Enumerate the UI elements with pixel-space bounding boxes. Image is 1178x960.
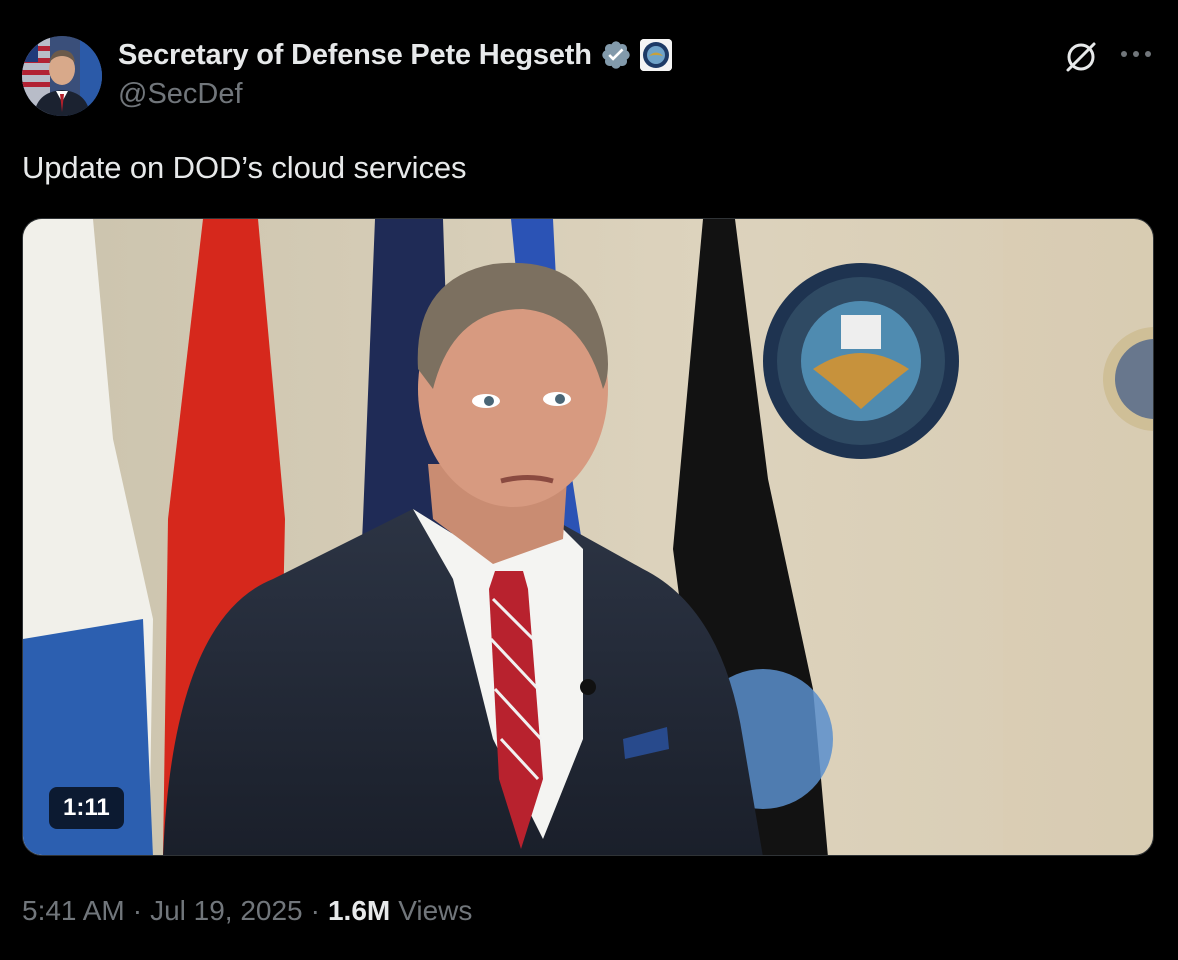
tweet-date[interactable]: Jul 19, 2025 [150,895,303,927]
avatar[interactable] [22,36,102,116]
more-icon[interactable] [1116,38,1156,70]
meta-separator: · [132,895,143,926]
views-count[interactable]: 1.6M [328,895,390,927]
handle[interactable]: @SecDef [118,78,672,111]
tweet: Secretary of Defense Pete Hegseth @SecDe… [0,0,1178,960]
tweet-meta: 5:41 AM · Jul 19, 2025 · 1.6M Views [22,895,472,927]
video-player[interactable]: 1:11 [22,218,1154,856]
verified-badge-icon[interactable] [600,39,632,71]
meta-separator: · [310,895,320,926]
tweet-text: Update on DOD’s cloud services [22,150,467,185]
video-frame [23,219,1153,855]
video-duration: 1:11 [49,787,124,829]
tweet-time[interactable]: 5:41 AM [22,895,125,927]
views-label[interactable]: Views [398,895,472,927]
grok-icon[interactable] [1062,38,1100,76]
display-name[interactable]: Secretary of Defense Pete Hegseth [118,39,592,72]
author-info: Secretary of Defense Pete Hegseth @SecDe… [118,36,672,111]
dod-seal-icon[interactable] [639,39,672,71]
